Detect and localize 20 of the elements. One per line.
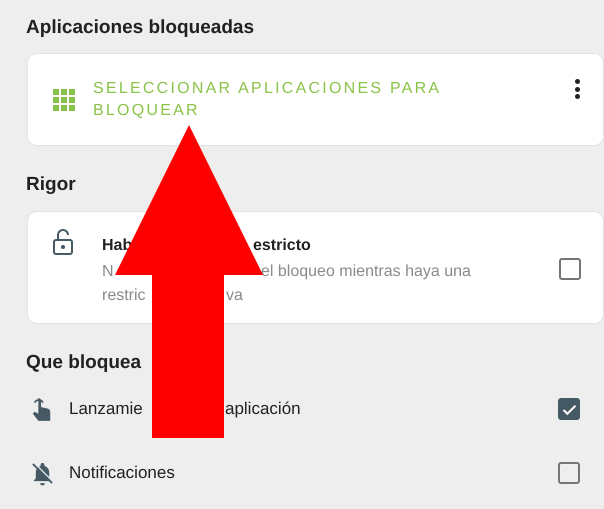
- setting-description: restric: [102, 287, 146, 304]
- section-heading: Aplicaciones bloqueadas: [26, 16, 256, 40]
- grid-icon: [53, 88, 75, 110]
- option-label: aplicación: [225, 399, 301, 418]
- setting-description: N: [102, 263, 114, 280]
- setting-description: el bloqueo mientras haya una: [261, 263, 471, 280]
- setting-title: estricto: [253, 237, 311, 254]
- option-label: Notificaciones: [69, 463, 175, 482]
- section-heading: Que bloquea: [26, 351, 142, 375]
- more-options-icon[interactable]: [574, 79, 580, 99]
- hand-pointer-icon: [31, 395, 53, 423]
- setting-description: va: [226, 287, 243, 304]
- checkbox[interactable]: [559, 258, 581, 280]
- checkbox[interactable]: [558, 398, 580, 420]
- option-label: Lanzamie: [69, 399, 143, 418]
- unlocked-padlock-icon: [53, 229, 73, 255]
- bell-slash-icon: [30, 460, 54, 486]
- section-heading: Rigor: [26, 173, 77, 197]
- checkbox[interactable]: [558, 462, 580, 484]
- select-apps-button[interactable]: SELECCIONAR APLICACIONES PARA BLOQUEAR: [93, 78, 493, 122]
